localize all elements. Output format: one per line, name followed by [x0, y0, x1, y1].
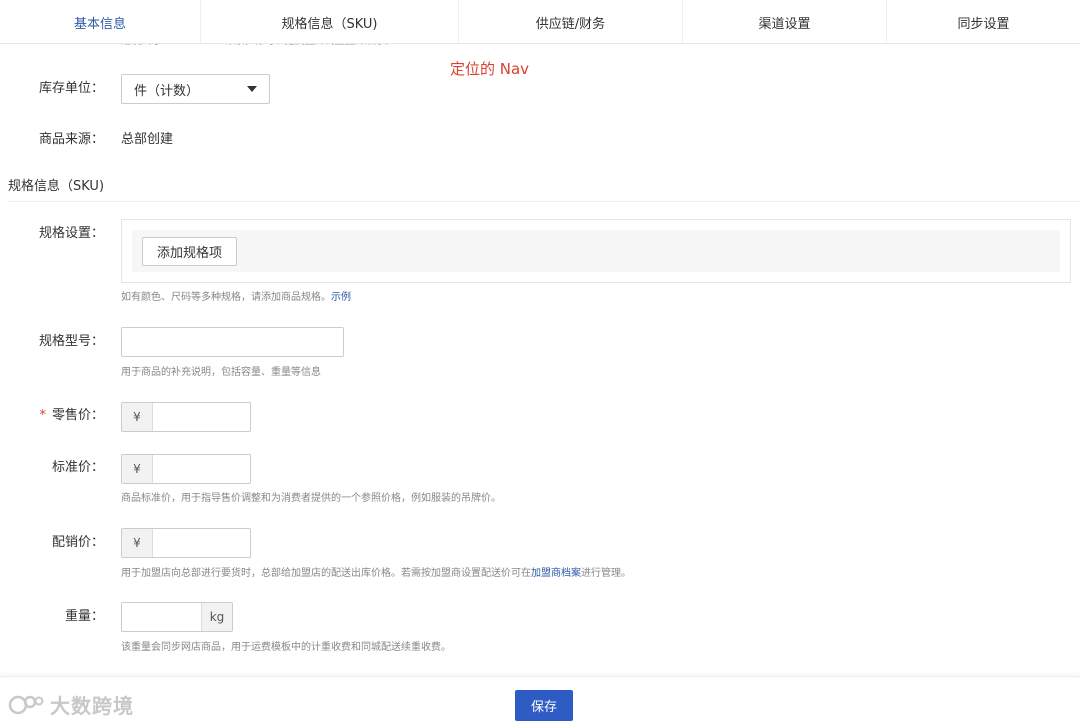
dist-help-post: 进行管理。 — [581, 568, 631, 579]
yen-prefix: ¥ — [122, 529, 153, 557]
retail-price-input[interactable] — [153, 403, 250, 431]
source-label: 商品来源： — [38, 132, 104, 147]
section-title-sku: 规格信息（SKU) — [8, 179, 105, 194]
dist-price-field: ¥ — [121, 528, 251, 558]
annotation-label: 定位的 Nav — [450, 60, 530, 78]
standard-price-input[interactable] — [153, 455, 250, 483]
watermark-text: 大数跨境 — [50, 694, 134, 718]
section-divider — [8, 201, 1080, 202]
spec-settings-label: 规格设置： — [38, 226, 104, 241]
dist-price-input[interactable] — [153, 529, 250, 557]
model-help: 用于商品的补充说明，包括容量、重量等信息 — [121, 367, 321, 378]
tab-supply-finance[interactable]: 供应链/财务 — [459, 0, 683, 44]
add-spec-button[interactable]: 添加规格项 — [142, 237, 238, 266]
dist-price-help: 用于加盟店向总部进行要货时，总部给加盟店的配送出库价格。若需按加盟商设置配送价可… — [121, 567, 631, 581]
required-mark: * — [39, 408, 46, 423]
franchise-archive-link[interactable]: 加盟商档案 — [531, 568, 581, 579]
save-button[interactable]: 保存 — [515, 690, 573, 721]
stock-unit-value: 件（计数） — [134, 83, 200, 99]
retail-price-field: ¥ — [121, 402, 251, 432]
dist-price-label: 配销价： — [51, 535, 104, 550]
weight-input[interactable] — [122, 603, 201, 631]
retail-price-label-text: 零售价： — [51, 408, 104, 423]
spec-settings-box: 添加规格项 — [121, 219, 1071, 283]
spec-example-link[interactable]: 示例 — [331, 292, 351, 303]
standard-price-label: 标准价： — [51, 460, 104, 475]
yen-prefix: ¥ — [122, 455, 153, 483]
watermark: 大数跨境 — [8, 690, 134, 719]
watermark-logo-icon — [8, 695, 44, 714]
footer-bar: 保存 — [0, 676, 1080, 725]
standard-price-help: 商品标准价，用于指导售价调整和为消费者提供的一个参照价格，例如服装的吊牌价。 — [121, 493, 501, 504]
model-label: 规格型号： — [38, 334, 104, 349]
kg-suffix: kg — [201, 603, 232, 631]
standard-price-field: ¥ — [121, 454, 251, 484]
weight-help: 该重量会同步网店商品，用于运费模板中的计重收费和同城配送续重收费。 — [121, 642, 451, 653]
spec-help: 如有颜色、尺码等多种规格，请添加商品规格。示例 — [121, 291, 351, 305]
tab-sku-info[interactable]: 规格信息（SKU) — [201, 0, 459, 44]
retail-price-label: * 零售价： — [0, 406, 104, 426]
model-input[interactable] — [121, 327, 344, 357]
stock-unit-select[interactable]: 件（计数） — [121, 74, 270, 104]
tab-basic-info[interactable]: 基本信息 — [0, 0, 201, 44]
source-value: 总部创建 — [121, 132, 174, 147]
spec-settings-inner: 添加规格项 — [132, 230, 1060, 272]
tab-sync-settings[interactable]: 同步设置 — [887, 0, 1080, 44]
spec-help-text: 如有颜色、尺码等多种规格，请添加商品规格。 — [121, 292, 331, 303]
dist-help-pre: 用于加盟店向总部进行要货时，总部给加盟店的配送出库价格。若需按加盟商设置配送价可… — [121, 568, 531, 579]
weight-label: 重量： — [64, 609, 104, 624]
caret-down-icon — [247, 86, 257, 92]
tab-channel-settings[interactable]: 渠道设置 — [683, 0, 887, 44]
weight-field: kg — [121, 602, 233, 632]
yen-prefix: ¥ — [122, 403, 153, 431]
top-nav: 基本信息 规格信息（SKU) 供应链/财务 渠道设置 同步设置 — [0, 0, 1080, 44]
stock-unit-label: 库存单位： — [38, 81, 104, 96]
